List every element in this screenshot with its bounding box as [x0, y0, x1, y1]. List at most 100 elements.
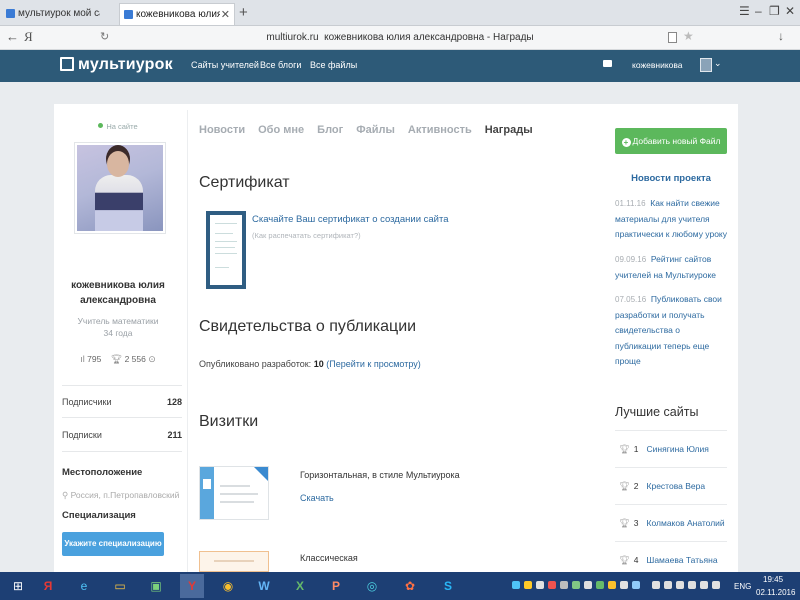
- powerpoint-icon[interactable]: P: [324, 574, 348, 598]
- location-text: Россия, п.Петропавловский: [70, 490, 180, 500]
- business-card-download-link[interactable]: Скачать: [300, 493, 334, 503]
- tray-icon[interactable]: [608, 581, 616, 589]
- tray-icon[interactable]: [572, 581, 580, 589]
- divider: [62, 385, 182, 386]
- tray-icon[interactable]: [548, 581, 556, 589]
- business-card-thumbnail[interactable]: [199, 551, 269, 572]
- media-icon[interactable]: ✿: [398, 574, 422, 598]
- tab-news[interactable]: Новости: [199, 124, 245, 136]
- best-site-name[interactable]: Шамаева Татьяна: [647, 555, 718, 565]
- chevron-down-icon[interactable]: ⌄: [714, 58, 722, 69]
- word-icon[interactable]: W: [252, 574, 276, 598]
- cert-line: [215, 241, 237, 242]
- tab-about[interactable]: Обо мне: [258, 124, 304, 136]
- tab-activity[interactable]: Активность: [408, 124, 472, 136]
- plus-icon: +: [621, 138, 631, 147]
- browser-tab-active[interactable]: кожевникова юлия алек ✕: [119, 3, 235, 25]
- news-item[interactable]: 07.05.16 Публиковать свои разработки и п…: [615, 292, 727, 370]
- store-icon[interactable]: ▣: [144, 574, 168, 598]
- certificate-download-link[interactable]: Скачайте Ваш сертификат о создании сайта: [252, 214, 449, 225]
- subscribers-count[interactable]: 128: [167, 397, 182, 407]
- minimize-icon[interactable]: –: [755, 4, 762, 18]
- nav-teacher-sites[interactable]: Сайты учителей: [191, 60, 259, 70]
- photo-image: [77, 145, 163, 231]
- tray-icon[interactable]: [632, 581, 640, 589]
- certificate-print-help-link[interactable]: (Как распечатать сертификат?): [252, 231, 361, 240]
- tray-icon[interactable]: [620, 581, 628, 589]
- add-file-button[interactable]: + Добавить новый Файл: [615, 128, 727, 154]
- site-logo[interactable]: мультиурок: [60, 56, 173, 74]
- battery-icon[interactable]: [676, 581, 684, 589]
- close-window-icon[interactable]: ✕: [785, 4, 795, 18]
- publications-info: Опубликовано разработок: 10 (Перейти к п…: [199, 359, 421, 369]
- excel-icon[interactable]: X: [288, 574, 312, 598]
- network-icon[interactable]: [700, 581, 708, 589]
- close-tab-icon[interactable]: ✕: [221, 4, 230, 25]
- profile-photo[interactable]: [74, 142, 166, 234]
- business-card-title: Горизонтальная, в стиле Мультиурока: [300, 470, 460, 480]
- nav-all-files[interactable]: Все файлы: [310, 60, 357, 70]
- yandex-browser-icon[interactable]: Y: [180, 574, 204, 598]
- menu-icon[interactable]: ☰: [739, 4, 750, 18]
- star-icon[interactable]: ★: [683, 29, 694, 43]
- restore-icon[interactable]: ❐: [769, 4, 780, 18]
- subscriptions-label[interactable]: Подписки: [62, 430, 102, 440]
- publications-count: 10: [313, 359, 324, 369]
- tray-icon[interactable]: [524, 581, 532, 589]
- tray-icon[interactable]: [664, 581, 672, 589]
- header-avatar[interactable]: [700, 58, 712, 72]
- certificate-thumbnail[interactable]: [206, 211, 246, 289]
- news-link[interactable]: Публиковать свои разработки и получать с…: [615, 294, 722, 366]
- profile-name: кожевникова юлия александровна: [54, 278, 182, 308]
- tray-icon[interactable]: [512, 581, 520, 589]
- yandex-icon[interactable]: Я: [36, 574, 60, 598]
- best-site-item[interactable]: 🏆︎ 2 Крестова Вера: [615, 467, 727, 504]
- tab-awards[interactable]: Награды: [485, 124, 533, 136]
- download-icon[interactable]: ↓: [778, 29, 784, 43]
- clock-time[interactable]: 19:45: [763, 575, 783, 584]
- subscribers-label[interactable]: Подписчики: [62, 397, 112, 407]
- file-explorer-icon[interactable]: ▭: [108, 574, 132, 598]
- page-icon[interactable]: [668, 32, 677, 43]
- chrome-icon[interactable]: ◉: [216, 574, 240, 598]
- info-icon[interactable]: ⊙: [148, 354, 156, 364]
- internet-explorer-icon[interactable]: e: [72, 574, 96, 598]
- url-field[interactable]: multiurok.ru кожевникова юлия александро…: [0, 32, 800, 43]
- volume-icon[interactable]: [712, 581, 720, 589]
- project-news-heading[interactable]: Новости проекта: [615, 173, 727, 184]
- news-item[interactable]: 09.09.16 Рейтинг сайтов учителей на Муль…: [615, 252, 727, 283]
- download-tray-icon[interactable]: [596, 581, 604, 589]
- new-tab-icon[interactable]: +: [239, 3, 248, 23]
- mail-icon[interactable]: [603, 60, 612, 67]
- tray-icon[interactable]: [584, 581, 592, 589]
- browser-tab[interactable]: мультиурок мой сайт вход: [2, 3, 114, 25]
- url-host: multiurok.ru: [266, 32, 319, 43]
- tray-icon[interactable]: [560, 581, 568, 589]
- tab-blog[interactable]: Блог: [317, 124, 343, 136]
- stat-awards: 2 556: [124, 354, 146, 364]
- skype-icon[interactable]: S: [436, 574, 460, 598]
- trophy-icon: 🏆︎: [619, 481, 630, 491]
- clock-date[interactable]: 02.11.2016: [756, 588, 795, 597]
- business-card-thumbnail[interactable]: [199, 466, 269, 520]
- nav-all-blogs[interactable]: Все блоги: [260, 60, 301, 70]
- best-site-item[interactable]: 🏆︎ 1 Синягина Юлия: [615, 430, 727, 467]
- publications-view-link[interactable]: (Перейти к просмотру): [326, 359, 421, 369]
- best-site-item[interactable]: 🏆︎ 3 Колмаков Анатолий: [615, 504, 727, 541]
- app-icon[interactable]: ◎: [360, 574, 384, 598]
- tab-files[interactable]: Файлы: [356, 124, 395, 136]
- best-site-name[interactable]: Синягина Юлия: [647, 444, 709, 454]
- language-indicator[interactable]: ENG: [734, 582, 751, 591]
- tray-icon[interactable]: [536, 581, 544, 589]
- best-site-item[interactable]: 🏆︎ 4 Шамаева Татьяна: [615, 541, 727, 572]
- header-username[interactable]: кожевникова: [632, 60, 683, 70]
- best-site-name[interactable]: Колмаков Анатолий: [647, 518, 725, 528]
- windows-start-icon[interactable]: ⊞: [6, 574, 30, 598]
- specify-specialization-button[interactable]: Укажите специализацию: [62, 532, 164, 556]
- flag-icon[interactable]: [688, 581, 696, 589]
- bluetooth-icon[interactable]: [652, 581, 660, 589]
- news-item[interactable]: 01.11.16 Как найти свежие материалы для …: [615, 196, 727, 243]
- subscriptions-count[interactable]: 211: [167, 430, 182, 440]
- best-site-name[interactable]: Крестова Вера: [647, 481, 706, 491]
- certificate-paper: [210, 215, 242, 285]
